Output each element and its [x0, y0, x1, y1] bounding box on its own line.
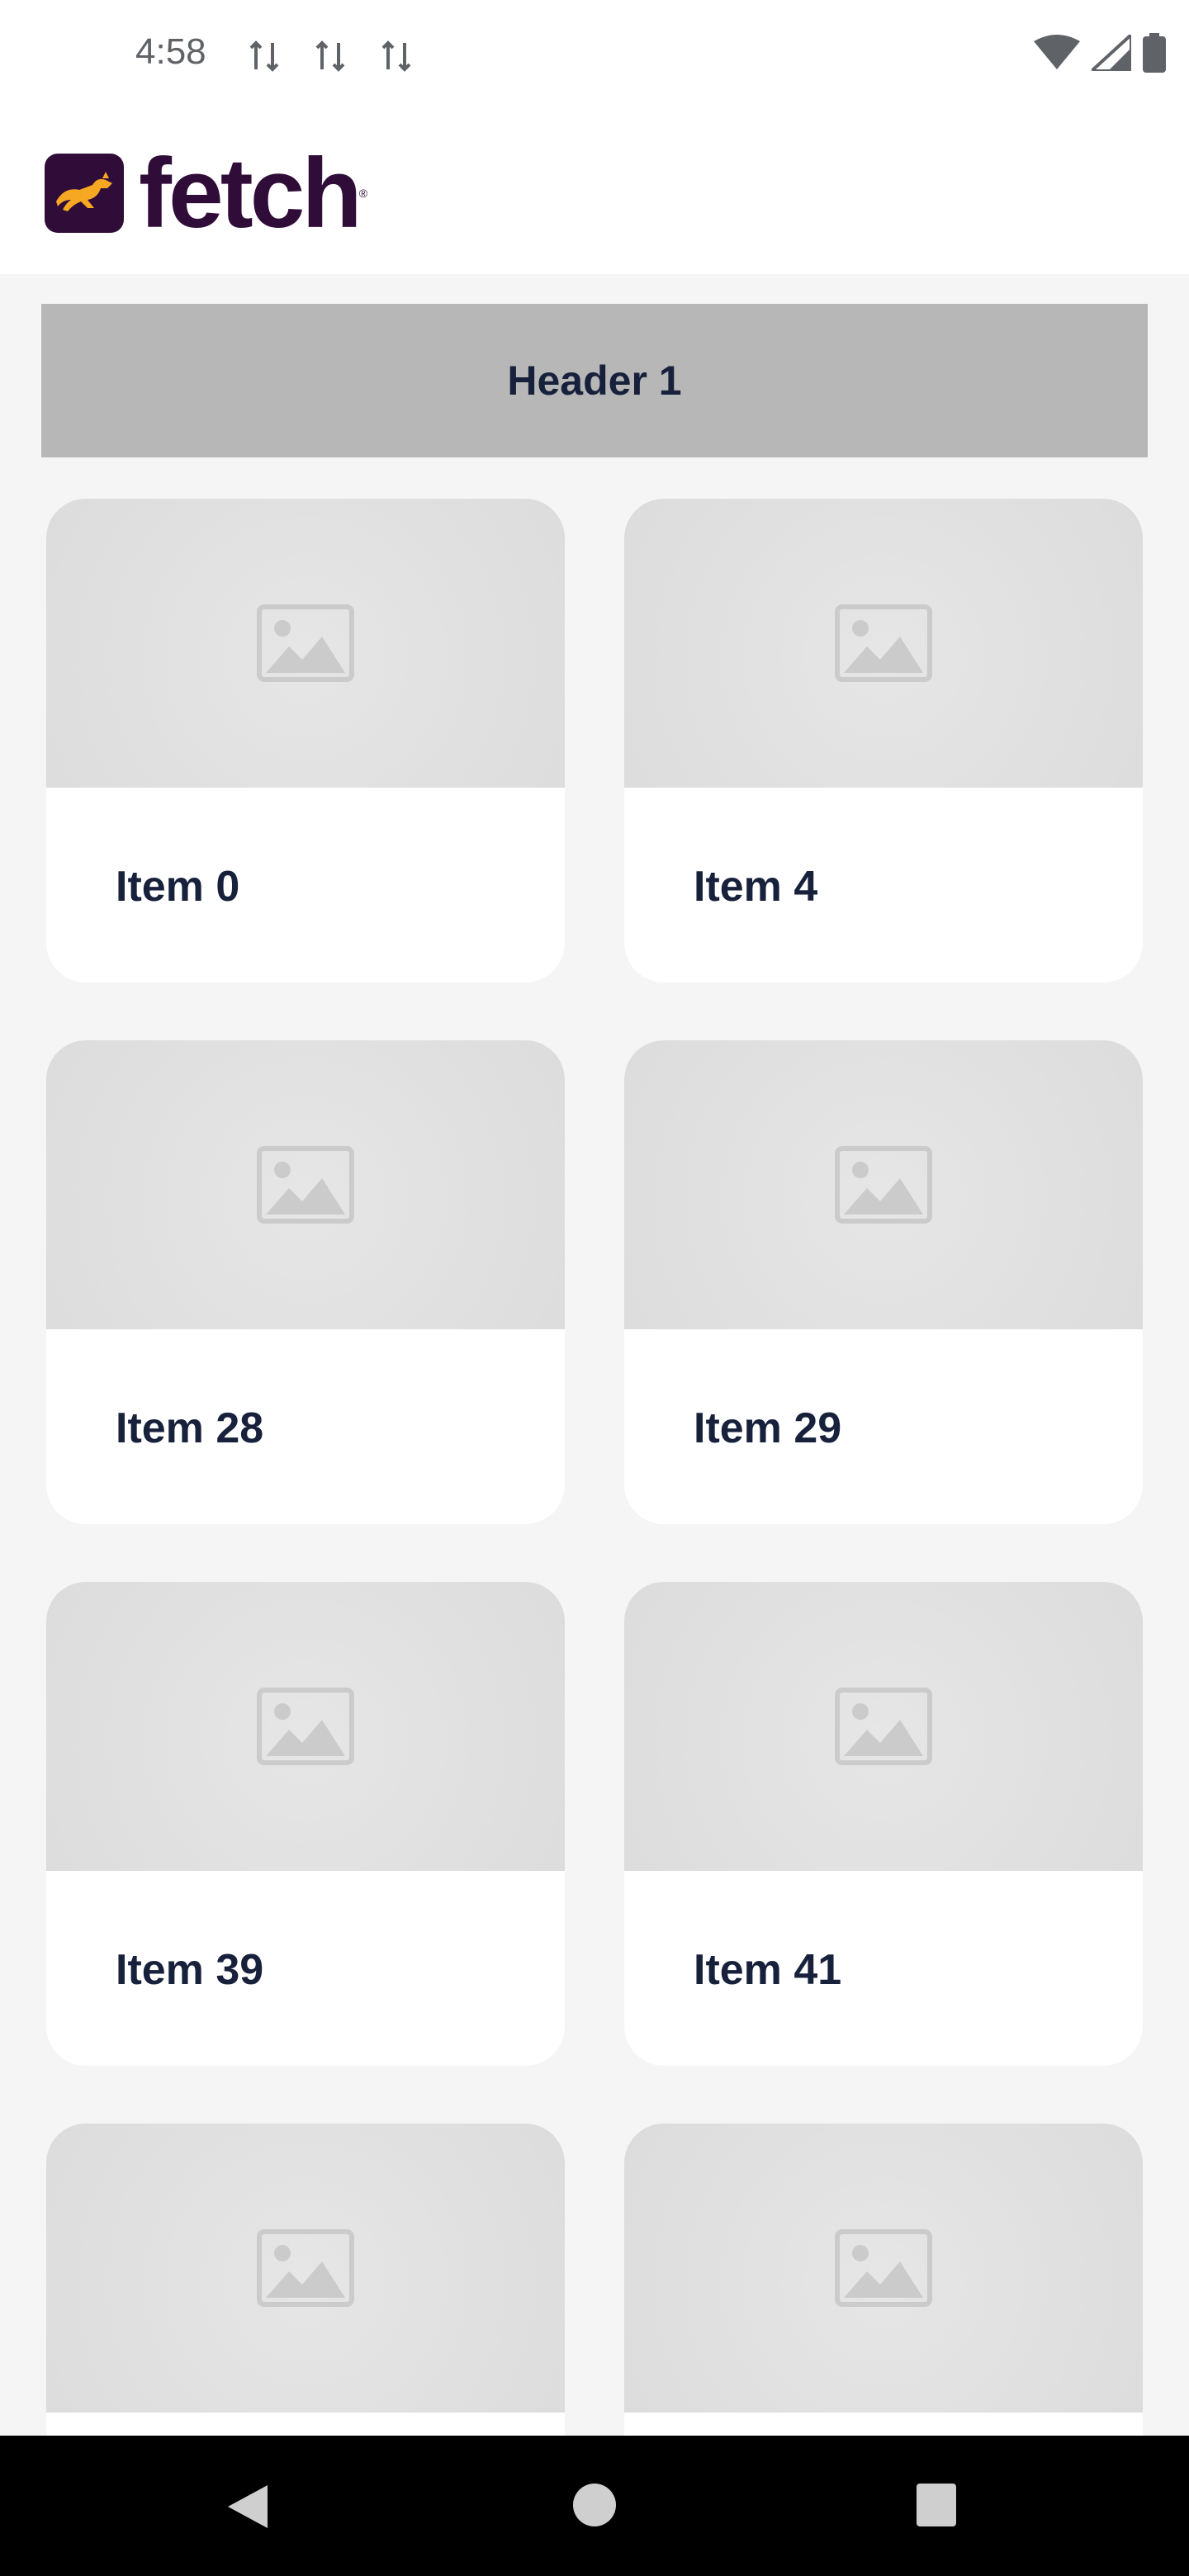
image-placeholder-icon	[257, 1688, 354, 1765]
item-image	[46, 1040, 565, 1329]
item-image	[46, 499, 565, 788]
item-card[interactable]: Item 0	[46, 499, 565, 983]
item-label: Item 4	[694, 863, 818, 911]
item-label: Item 28	[116, 1404, 264, 1452]
image-placeholder-icon	[835, 604, 932, 682]
item-label: Item 41	[694, 1946, 842, 1994]
item-image	[46, 2124, 565, 2413]
item-card[interactable]: Item 39	[46, 1582, 565, 2066]
home-icon[interactable]	[571, 2482, 618, 2528]
image-placeholder-icon	[835, 2229, 932, 2307]
image-placeholder-icon	[257, 604, 354, 682]
recents-icon[interactable]	[915, 2482, 958, 2528]
item-image	[624, 1040, 1143, 1329]
item-image	[46, 1582, 565, 1871]
item-card[interactable]: Item 28	[46, 1040, 565, 1524]
item-image	[624, 1582, 1143, 1871]
item-label: Item 39	[116, 1946, 264, 1994]
item-card[interactable]	[46, 2124, 565, 2436]
item-card[interactable]: Item 41	[624, 1582, 1143, 2066]
item-image	[624, 499, 1143, 788]
item-image	[624, 2124, 1143, 2413]
item-grid: Item 0 Item 4 Item 28 Item 29 Item 39 It…	[0, 0, 1189, 2436]
item-label: Item 29	[694, 1404, 842, 1452]
image-placeholder-icon	[835, 1688, 932, 1765]
item-card[interactable]: Item 4	[624, 499, 1143, 983]
item-card[interactable]: Item 29	[624, 1040, 1143, 1524]
back-icon[interactable]	[225, 2482, 271, 2531]
image-placeholder-icon	[257, 2229, 354, 2307]
system-nav-bar	[0, 2436, 1189, 2576]
image-placeholder-icon	[835, 1146, 932, 1224]
image-placeholder-icon	[257, 1146, 354, 1224]
item-card[interactable]	[624, 2124, 1143, 2436]
item-label: Item 0	[116, 863, 240, 911]
